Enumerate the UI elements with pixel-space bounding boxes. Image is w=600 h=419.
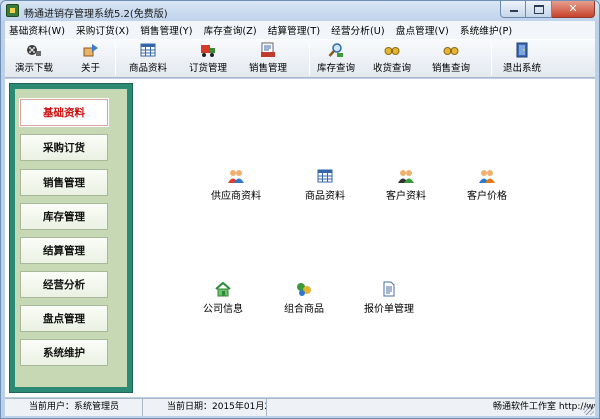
content-item-label: 客户价格 (467, 191, 507, 202)
customer-price-icon (479, 170, 495, 183)
customer-users-icon (398, 170, 414, 183)
magnifier-icon (328, 43, 343, 57)
sidebar-item-sales[interactable]: 销售管理 (20, 169, 108, 196)
grid-table-icon (140, 43, 156, 57)
status-current-user: 当前用户：系统管理员 (5, 399, 143, 416)
exit-door-icon (516, 42, 528, 58)
toolbar-demo-download-button[interactable]: 演示下载 (15, 42, 53, 74)
toolbar-label: 销售查询 (432, 63, 471, 74)
toolbar-about-button[interactable]: 关于 (81, 42, 100, 74)
toolbar-separator (491, 43, 492, 75)
supplier-data-item[interactable]: 供应商资料 (211, 168, 261, 202)
toolbar-label: 商品资料 (129, 63, 168, 74)
sidebar: 基础资料 采购订货 销售管理 库存管理 结算管理 经营分析 盘点管理 系统维护 (9, 83, 133, 393)
grid-table-icon (317, 169, 333, 183)
quotation-management-item[interactable]: 报价单管理 (364, 281, 414, 315)
toolbar-label: 销售管理 (249, 63, 288, 74)
window-controls: ✕ (500, 1, 595, 18)
combo-goods-icon (297, 283, 311, 296)
close-button[interactable]: ✕ (552, 1, 595, 18)
status-current-date: 当前日期：2015年01月21日 (143, 399, 267, 416)
sales-register-icon (261, 42, 275, 57)
customer-data-item[interactable]: 客户资料 (386, 168, 426, 202)
toolbar-label: 库存查询 (317, 63, 356, 74)
sidebar-item-inventory[interactable]: 库存管理 (20, 203, 108, 230)
status-bar: 当前用户：系统管理员 当前日期：2015年01月21日 畅通软件工作室 http… (5, 398, 595, 416)
menu-analysis[interactable]: 经营分析(U) (331, 23, 385, 37)
content-item-label: 客户资料 (386, 191, 426, 202)
about-icon (83, 44, 98, 57)
content-item-label: 供应商资料 (211, 191, 261, 202)
film-reel-icon (27, 45, 41, 56)
content-area: 供应商资料 商品资料 客户资料 客户价格 公司信息 组合商品 报价单管理 (135, 83, 591, 393)
customer-price-item[interactable]: 客户价格 (467, 168, 507, 202)
goggles-icon (384, 47, 400, 55)
menu-bar: 基础资料(W) 采购订货(X) 销售管理(Y) 库存查询(Z) 结算管理(T) … (5, 21, 595, 39)
toolbar-order-management-button[interactable]: 订货管理 (189, 42, 227, 74)
title-bar[interactable]: 畅通进销存管理系统5.2(免费版) ✕ (1, 1, 599, 21)
window-title: 畅通进销存管理系统5.2(免费版) (24, 9, 168, 20)
sidebar-item-analysis[interactable]: 经营分析 (20, 271, 108, 298)
toolbar-label: 收货查询 (373, 63, 412, 74)
app-window: 畅通进销存管理系统5.2(免费版) ✕ 基础资料(W) 采购订货(X) 销售管理… (0, 0, 600, 419)
menu-purchase[interactable]: 采购订货(X) (76, 23, 129, 37)
toolbar-label: 关于 (81, 63, 101, 74)
sidebar-item-settlement[interactable]: 结算管理 (20, 237, 108, 264)
content-item-label: 公司信息 (203, 304, 243, 315)
sidebar-item-stocktake[interactable]: 盘点管理 (20, 305, 108, 332)
truck-icon (201, 45, 215, 57)
toolbar-sales-query-button[interactable]: 销售查询 (432, 42, 470, 74)
minimize-button[interactable] (500, 1, 526, 18)
sidebar-panel: 基础资料 采购订货 销售管理 库存管理 结算管理 经营分析 盘点管理 系统维护 (15, 89, 127, 387)
sidebar-item-basic-data[interactable]: 基础资料 (20, 99, 108, 126)
app-logo-icon (6, 4, 19, 17)
toolbar-inventory-query-button[interactable]: 库存查询 (317, 42, 355, 74)
toolbar-exit-button[interactable]: 退出系统 (503, 42, 541, 74)
sidebar-item-maintenance[interactable]: 系统维护 (20, 339, 108, 366)
maximize-button[interactable] (526, 1, 552, 18)
company-info-item[interactable]: 公司信息 (203, 281, 243, 315)
home-icon (215, 281, 231, 297)
toolbar-separator (309, 43, 310, 75)
toolbar-goods-data-button[interactable]: 商品资料 (129, 42, 167, 74)
toolbar-sales-management-button[interactable]: 销售管理 (249, 42, 287, 74)
combo-goods-item[interactable]: 组合商品 (284, 281, 324, 315)
toolbar-separator (115, 43, 116, 75)
status-company: 畅通软件工作室 http://www.zsctsoft.com (493, 402, 595, 412)
sidebar-item-purchase[interactable]: 采购订货 (20, 134, 108, 161)
toolbar: 演示下载 关于 商品资料 订货管理 销售管理 库存查询 收货查询 销售查询 退出… (5, 39, 595, 78)
toolbar-label: 订货管理 (189, 63, 228, 74)
toolbar-label: 退出系统 (503, 63, 542, 74)
toolbar-label: 演示下载 (15, 63, 54, 74)
menu-sales[interactable]: 销售管理(Y) (140, 23, 192, 37)
menu-settlement[interactable]: 结算管理(T) (268, 23, 320, 37)
goggles-icon (443, 47, 459, 55)
close-icon: ✕ (568, 2, 578, 15)
toolbar-receipt-query-button[interactable]: 收货查询 (373, 42, 411, 74)
menu-inventory-query[interactable]: 库存查询(Z) (204, 23, 257, 37)
supplier-users-icon (228, 170, 244, 183)
content-item-label: 组合商品 (284, 304, 324, 315)
menu-stocktake[interactable]: 盘点管理(V) (396, 23, 449, 37)
content-item-label: 商品资料 (305, 191, 345, 202)
main-panel: 基础资料 采购订货 销售管理 库存管理 结算管理 经营分析 盘点管理 系统维护 … (5, 79, 595, 397)
menu-basic-data[interactable]: 基础资料(W) (9, 23, 65, 37)
content-item-label: 报价单管理 (364, 304, 414, 315)
document-icon (383, 281, 395, 297)
menu-maintenance[interactable]: 系统维护(P) (460, 23, 512, 37)
resize-grip[interactable] (584, 405, 594, 415)
goods-data-item[interactable]: 商品资料 (305, 168, 345, 202)
